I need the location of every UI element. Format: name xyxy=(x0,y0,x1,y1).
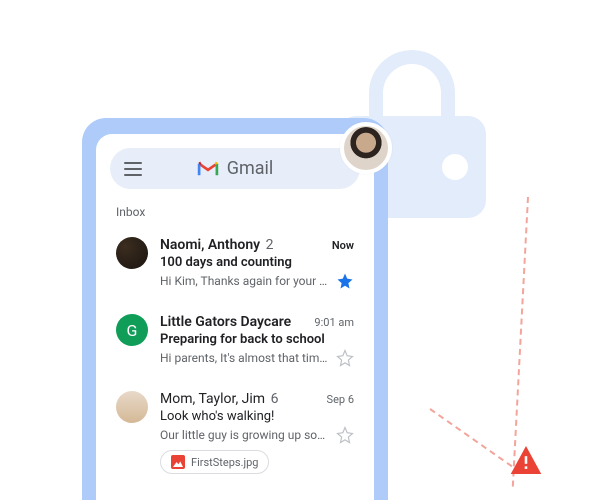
screen: Gmail Inbox Naomi, Anthony 2 Now 100 day… xyxy=(96,134,374,500)
top-bar: Gmail xyxy=(110,148,360,189)
email-snippet: Hi parents, It's almost that time… xyxy=(160,351,328,365)
avatar xyxy=(116,391,148,423)
email-time: Now xyxy=(332,239,354,252)
email-list: Naomi, Anthony 2 Now 100 days and counti… xyxy=(96,227,374,488)
email-snippet: Our little guy is growing up soo fast xyxy=(160,428,328,442)
app-name: Gmail xyxy=(227,158,274,179)
profile-avatar[interactable] xyxy=(340,122,392,174)
star-icon[interactable] xyxy=(336,349,354,367)
email-row[interactable]: G Little Gators Daycare 9:01 am Preparin… xyxy=(110,304,360,381)
decorative-dashed-line xyxy=(512,197,529,487)
email-row[interactable]: Mom, Taylor, Jim 6 Sep 6 Look who's walk… xyxy=(110,381,360,488)
email-time: 9:01 am xyxy=(314,316,354,329)
inbox-label: Inbox xyxy=(96,189,374,227)
app-brand: Gmail xyxy=(197,158,274,179)
avatar xyxy=(116,237,148,269)
warning-icon xyxy=(510,446,542,474)
email-subject: Look who's walking! xyxy=(160,409,354,424)
avatar: G xyxy=(116,314,148,346)
device-frame: Gmail Inbox Naomi, Anthony 2 Now 100 day… xyxy=(82,118,388,500)
email-subject: Preparing for back to school xyxy=(160,332,354,347)
menu-button[interactable] xyxy=(124,162,142,176)
email-senders: Naomi, Anthony 2 xyxy=(160,237,273,253)
decorative-dashed-line xyxy=(429,408,512,467)
email-snippet: Hi Kim, Thanks again for your sweet… xyxy=(160,274,328,288)
email-senders: Little Gators Daycare xyxy=(160,314,291,330)
email-row[interactable]: Naomi, Anthony 2 Now 100 days and counti… xyxy=(110,227,360,304)
email-subject: 100 days and counting xyxy=(160,255,354,270)
gmail-logo-icon xyxy=(197,161,219,177)
attachment-name: FirstSteps.jpg xyxy=(191,456,258,469)
email-senders: Mom, Taylor, Jim 6 xyxy=(160,391,278,407)
image-icon xyxy=(171,455,185,469)
attachment-chip[interactable]: FirstSteps.jpg xyxy=(160,450,269,474)
star-icon[interactable] xyxy=(336,272,354,290)
star-icon[interactable] xyxy=(336,426,354,444)
email-time: Sep 6 xyxy=(327,393,354,406)
